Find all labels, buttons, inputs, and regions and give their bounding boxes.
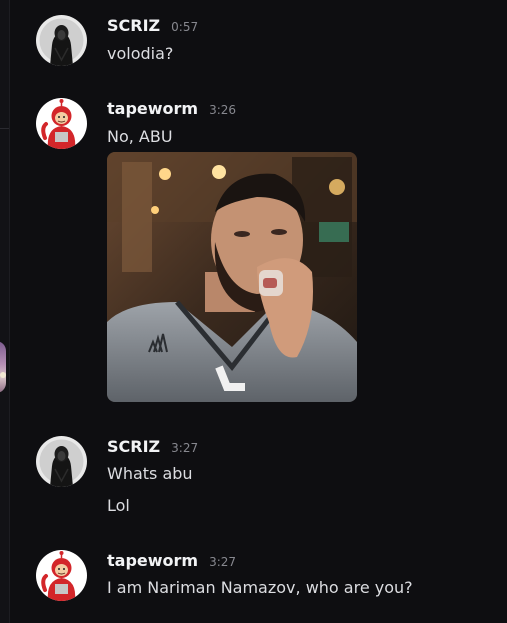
server-icon[interactable] xyxy=(0,341,6,393)
chat-window: SCRIZ 0:57 volodia? tapeworm 3:26 No, AB… xyxy=(0,0,507,623)
username[interactable]: SCRIZ xyxy=(107,436,160,458)
message-text: volodia? xyxy=(107,44,174,63)
username[interactable]: SCRIZ xyxy=(107,15,160,37)
server-sidebar-edge xyxy=(0,0,10,623)
message-header: SCRIZ 3:27 xyxy=(107,436,198,459)
message-header: SCRIZ 0:57 xyxy=(107,15,198,38)
message-text: I am Nariman Namazov, who are you? xyxy=(107,578,413,597)
sidebar-divider xyxy=(0,128,9,129)
timestamp: 3:26 xyxy=(209,103,237,117)
hooded-figure-avatar-icon[interactable] xyxy=(36,436,87,487)
timestamp: 0:57 xyxy=(171,20,199,34)
message-header: tapeworm 3:26 xyxy=(107,98,236,121)
hooded-figure-avatar-icon[interactable] xyxy=(36,15,87,66)
message-header: tapeworm 3:27 xyxy=(107,550,236,573)
red-teletubby-avatar-icon[interactable] xyxy=(36,98,87,149)
message-text: Lol xyxy=(107,496,130,515)
image-attachment[interactable] xyxy=(107,152,357,402)
timestamp: 3:27 xyxy=(171,441,199,455)
username[interactable]: tapeworm xyxy=(107,98,198,120)
timestamp: 3:27 xyxy=(209,555,237,569)
username[interactable]: tapeworm xyxy=(107,550,198,572)
message-text: No, ABU xyxy=(107,127,173,146)
server-badge-icon xyxy=(0,372,6,378)
message-text: Whats abu xyxy=(107,464,193,483)
red-teletubby-avatar-icon[interactable] xyxy=(36,550,87,601)
